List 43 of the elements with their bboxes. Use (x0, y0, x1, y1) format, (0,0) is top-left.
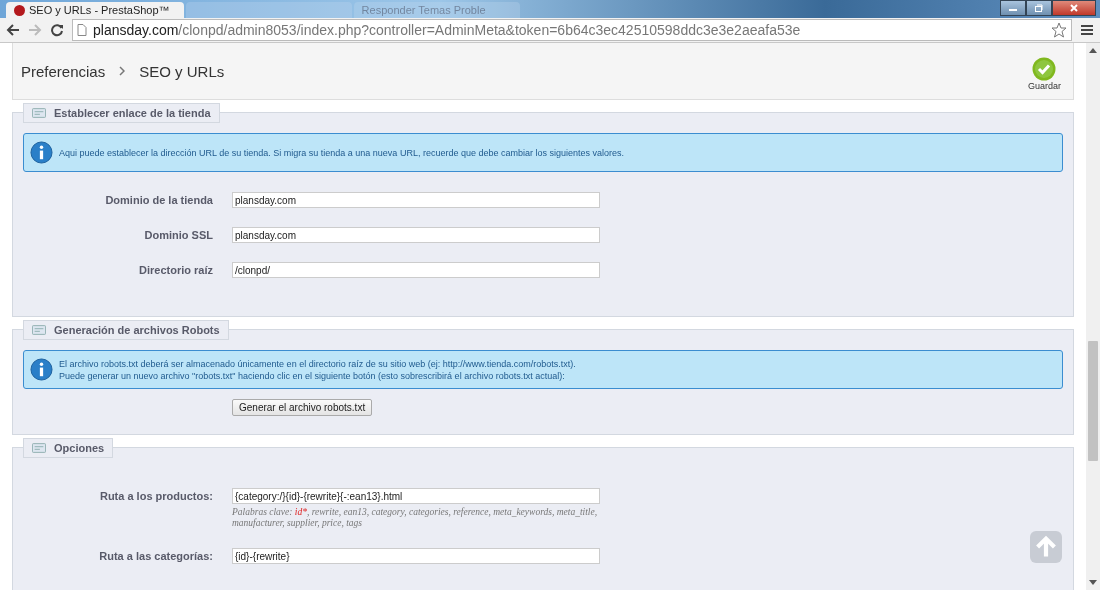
info-icon (30, 358, 53, 381)
info-text: El archivo robots.txt deberá ser almacenado únicamente en el directorio raíz de su sitio web (ej: http://www.tienda.com/robots.txt). (59, 357, 576, 370)
panel-title: Establecer enlace de la tienda (54, 107, 211, 119)
field-label: Directorio raíz (138, 263, 214, 278)
menu-icon[interactable] (1080, 23, 1094, 37)
browser-tab[interactable]: SEO y URLs - PrestaShop™ (6, 2, 184, 18)
info-text: Puede generar un nuevo archivo "robots.txt" haciendo clic en el siguiente botón (esto sobrescribirá el archivo robots.txt actual): (59, 369, 566, 382)
field-label: Dominio de la tienda (104, 193, 214, 208)
field-label: Dominio SSL (143, 228, 214, 243)
scrollbar-thumb[interactable] (1088, 341, 1098, 461)
help-text: Palabras clave: id*, rewrite, ean13, category, categories, reference, meta_keywords, meta_title, manufacturer, supplier, price, tags (232, 507, 599, 529)
info-icon (30, 141, 53, 164)
minimize-button[interactable] (1000, 0, 1026, 16)
back-icon[interactable] (6, 23, 20, 37)
input-field[interactable]: {id}-{rewrite} (232, 548, 600, 564)
breadcrumb-item[interactable]: Preferencias (21, 62, 106, 80)
panel-title: Opciones (54, 442, 105, 454)
input-field[interactable]: /clonpd/ (232, 262, 600, 278)
restore-button[interactable] (1026, 0, 1052, 16)
save-button[interactable]: Guardar (1027, 57, 1061, 91)
close-icon (1069, 3, 1079, 13)
site-icon (14, 4, 25, 16)
address-bar[interactable]: plansday.com/clonpd/admin8053/index.php?controller=AdminMeta&token=6b64c3ec42510598ddc3e3e2aeafa53e (72, 19, 1072, 41)
info-text: Aqui puede establecer la dirección URL de su tienda. Si migra su tienda a una nueva URL, recuerde que debe cambiar los siguientes valores. (59, 146, 624, 159)
scroll-up-icon[interactable] (1089, 48, 1097, 53)
input-field[interactable]: plansday.com (232, 227, 600, 243)
field-label: Ruta a las categorías: (98, 549, 214, 564)
page-icon (77, 24, 87, 36)
scroll-down-icon[interactable] (1089, 580, 1097, 585)
card-icon (32, 108, 46, 118)
generate-button[interactable]: Generar el archivo robots.txt (232, 399, 373, 416)
close-button[interactable] (1052, 0, 1096, 16)
restore-icon (1034, 3, 1044, 13)
chevron-icon (119, 66, 126, 76)
reload-icon[interactable] (50, 23, 64, 37)
panel-title: Generación de archivos Robots (54, 324, 220, 336)
card-icon (32, 325, 46, 335)
bookmark-star-icon[interactable] (1051, 22, 1067, 38)
breadcrumb-item: SEO y URLs (139, 62, 225, 80)
field-label: Ruta a los productos: (98, 489, 214, 504)
input-field[interactable]: plansday.com (232, 192, 600, 208)
card-icon (32, 443, 46, 453)
input-field[interactable]: {category:/}{id}-{rewrite}{-:ean13}.html (232, 488, 600, 504)
